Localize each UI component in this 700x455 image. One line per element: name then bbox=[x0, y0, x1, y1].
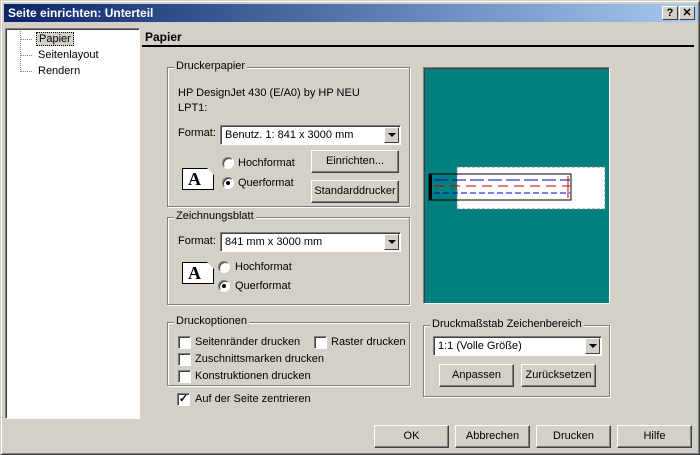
close-button[interactable]: ✕ bbox=[679, 6, 695, 20]
paper-format-value: Benutz. 1: 841 x 3000 mm bbox=[225, 129, 354, 141]
zeichnungsblatt-group: Zeichnungsblatt Format: 841 mm x 3000 mm… bbox=[167, 210, 410, 305]
raster-checkbox[interactable] bbox=[314, 336, 327, 349]
einrichten-button[interactable]: Einrichten... bbox=[311, 150, 399, 173]
tree-item-rendern[interactable]: Rendern bbox=[36, 64, 82, 78]
hochformat-radio[interactable] bbox=[218, 261, 230, 273]
zentrieren-checkbox[interactable]: ✓ bbox=[177, 393, 190, 406]
standarddrucker-button[interactable]: Standarddrucker bbox=[311, 180, 399, 203]
format-label: Format: bbox=[178, 235, 216, 247]
title-divider bbox=[142, 45, 694, 47]
tree-connector bbox=[20, 55, 32, 56]
drawing-edge bbox=[429, 174, 432, 200]
hochformat-label: Hochformat bbox=[235, 261, 292, 273]
zuruecksetzen-button[interactable]: Zurücksetzen bbox=[521, 364, 596, 387]
chevron-down-icon[interactable] bbox=[585, 338, 600, 354]
format-label: Format: bbox=[178, 127, 216, 139]
group-label: Druckmaßstab Zeichenbereich bbox=[430, 318, 584, 330]
scale-value: 1:1 (Volle Größe) bbox=[438, 340, 522, 352]
landscape-orientation-icon: A bbox=[182, 168, 214, 190]
check-icon: ✓ bbox=[178, 393, 189, 405]
help-title-button[interactable]: ? bbox=[662, 6, 678, 20]
sheet-format-value: 841 mm x 3000 mm bbox=[225, 236, 323, 248]
seitenraender-checkbox[interactable] bbox=[178, 336, 191, 349]
druckoptionen-group: Druckoptionen Seitenränder drucken Raste… bbox=[167, 315, 410, 386]
druckerpapier-group: Druckerpapier HP DesignJet 430 (E/A0) by… bbox=[167, 60, 410, 207]
abbrechen-button[interactable]: Abbrechen bbox=[455, 425, 530, 448]
settings-tree: Papier Seitenlayout Rendern bbox=[5, 28, 140, 419]
landscape-orientation-icon: A bbox=[182, 262, 214, 284]
konstruktionen-label: Konstruktionen drucken bbox=[195, 370, 311, 382]
hochformat-radio[interactable] bbox=[222, 157, 234, 169]
konstruktionen-checkbox[interactable] bbox=[178, 370, 191, 383]
druckmassstab-group: Druckmaßstab Zeichenbereich 1:1 (Volle G… bbox=[423, 318, 610, 397]
querformat-label: Querformat bbox=[238, 177, 294, 189]
paper-format-select[interactable]: Benutz. 1: 841 x 3000 mm bbox=[220, 125, 401, 145]
chevron-down-icon[interactable] bbox=[384, 127, 399, 143]
close-icon: ✕ bbox=[682, 7, 692, 19]
seitenraender-label: Seitenränder drucken bbox=[195, 336, 301, 348]
printer-name: HP DesignJet 430 (E/A0) by HP NEU bbox=[178, 87, 360, 99]
icon-letter: A bbox=[188, 263, 201, 283]
drucken-button[interactable]: Drucken bbox=[536, 425, 611, 448]
scale-select[interactable]: 1:1 (Volle Größe) bbox=[433, 336, 602, 356]
page-setup-dialog: Seite einrichten: Unterteil ? ✕ Papier S… bbox=[0, 0, 700, 455]
group-label: Druckoptionen bbox=[174, 315, 249, 327]
hochformat-label: Hochformat bbox=[238, 157, 295, 169]
querformat-label: Querformat bbox=[235, 280, 291, 292]
hilfe-button[interactable]: Hilfe bbox=[617, 425, 692, 448]
printer-port: LPT1: bbox=[178, 102, 208, 114]
zentrieren-label: Auf der Seite zentrieren bbox=[195, 393, 311, 405]
tree-connector bbox=[20, 71, 32, 72]
icon-letter: A bbox=[188, 169, 201, 189]
group-label: Zeichnungsblatt bbox=[174, 210, 256, 222]
page-title: Papier bbox=[145, 30, 182, 44]
paper-preview-icon bbox=[428, 166, 606, 210]
raster-label: Raster drucken bbox=[331, 336, 406, 348]
paper-sheet bbox=[457, 167, 605, 209]
tree-item-papier[interactable]: Papier bbox=[36, 32, 74, 46]
ok-button[interactable]: OK bbox=[374, 425, 449, 448]
print-preview bbox=[423, 67, 610, 304]
sheet-format-select[interactable]: 841 mm x 3000 mm bbox=[220, 232, 401, 252]
querformat-radio[interactable] bbox=[218, 280, 230, 292]
zuschnittsmarken-label: Zuschnittsmarken drucken bbox=[195, 353, 324, 365]
querformat-radio[interactable] bbox=[222, 177, 234, 189]
group-label: Druckerpapier bbox=[174, 60, 248, 72]
tree-item-seitenlayout[interactable]: Seitenlayout bbox=[36, 48, 101, 62]
zuschnittsmarken-checkbox[interactable] bbox=[178, 353, 191, 366]
tree-connector bbox=[20, 31, 21, 72]
anpassen-button[interactable]: Anpassen bbox=[439, 364, 514, 387]
window-title: Seite einrichten: Unterteil bbox=[8, 6, 154, 20]
title-bar[interactable]: Seite einrichten: Unterteil ? ✕ bbox=[4, 4, 698, 22]
tree-connector bbox=[20, 39, 32, 40]
chevron-down-icon[interactable] bbox=[384, 234, 399, 250]
question-mark-icon: ? bbox=[666, 7, 674, 19]
